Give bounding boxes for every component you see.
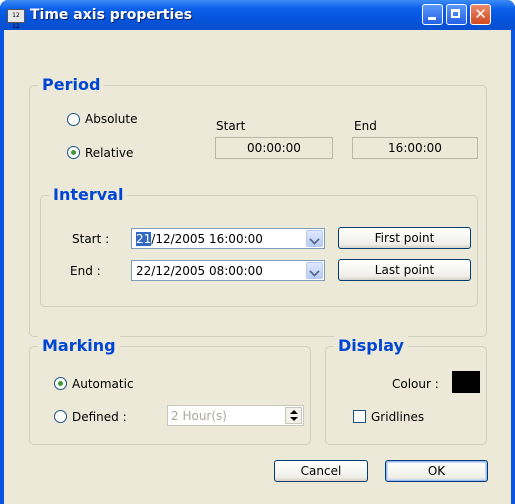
display-group: Display Colour : Gridlines xyxy=(325,336,487,445)
defined-radio[interactable] xyxy=(54,410,67,423)
window-title: Time axis properties xyxy=(30,7,193,23)
absolute-label[interactable]: Absolute xyxy=(85,112,137,126)
close-icon: ✕ xyxy=(474,5,487,23)
interval-start-combo[interactable]: 21/12/2005 16:00:00 xyxy=(131,228,325,249)
relative-radio[interactable] xyxy=(67,146,80,159)
marking-legend: Marking xyxy=(38,336,120,356)
absolute-radio[interactable] xyxy=(67,113,80,126)
colour-swatch[interactable] xyxy=(452,371,480,393)
maximize-icon xyxy=(451,9,460,18)
period-end-value: 16:00:00 xyxy=(352,137,478,159)
spinner-up-icon xyxy=(290,410,298,414)
display-legend: Display xyxy=(334,336,408,356)
dialog-client-area: Period Absolute Relative Start End 00:00… xyxy=(4,30,511,504)
defined-interval-spinner[interactable]: 2 Hour(s) xyxy=(167,405,304,426)
last-point-button[interactable]: Last point xyxy=(338,259,471,281)
gridlines-checkbox[interactable] xyxy=(353,410,366,423)
end-header: End xyxy=(354,119,377,133)
gridlines-label[interactable]: Gridlines xyxy=(371,410,424,424)
relative-label[interactable]: Relative xyxy=(85,146,133,160)
close-button[interactable]: ✕ xyxy=(470,4,491,25)
interval-end-label: End : xyxy=(70,264,101,278)
maximize-button[interactable] xyxy=(446,4,467,25)
colour-label: Colour : xyxy=(392,377,439,391)
interval-start-label: Start : xyxy=(72,232,110,246)
automatic-radio[interactable] xyxy=(54,377,67,390)
defined-label[interactable]: Defined : xyxy=(72,410,127,424)
interval-start-text: /12/2005 16:00:00 xyxy=(151,232,263,246)
period-group: Period Absolute Relative Start End 00:00… xyxy=(29,75,487,337)
automatic-label[interactable]: Automatic xyxy=(72,377,134,391)
interval-legend: Interval xyxy=(49,185,128,205)
minimize-button[interactable] xyxy=(422,4,443,25)
interval-start-selected-text: 21 xyxy=(136,232,152,246)
defined-interval-value: 2 Hour(s) xyxy=(171,409,227,423)
spinner-down-icon xyxy=(290,417,298,421)
start-header: Start xyxy=(216,119,246,133)
interval-group: Interval Start : 21/12/2005 16:00:00 Fir… xyxy=(40,185,478,307)
interval-end-combo[interactable]: 22/12/2005 08:00:00 xyxy=(131,260,325,281)
marking-group: Marking Automatic Defined : 2 Hour(s) xyxy=(29,336,311,445)
minimize-icon xyxy=(428,17,436,20)
chevron-down-icon[interactable] xyxy=(306,262,323,279)
chevron-down-icon[interactable] xyxy=(306,230,323,247)
ok-button[interactable]: OK xyxy=(385,460,488,482)
dialog-window: 12 12 Time axis properties ✕ Period Abso… xyxy=(0,0,515,504)
period-legend: Period xyxy=(38,75,105,95)
app-icon: 12 12 xyxy=(7,9,25,30)
cancel-button[interactable]: Cancel xyxy=(274,460,368,482)
interval-end-text: 22/12/2005 08:00:00 xyxy=(136,264,263,278)
title-bar[interactable]: 12 12 Time axis properties ✕ xyxy=(0,0,515,30)
spinner-arrows[interactable] xyxy=(285,407,302,424)
first-point-button[interactable]: First point xyxy=(338,227,471,249)
period-start-value: 00:00:00 xyxy=(215,137,333,159)
